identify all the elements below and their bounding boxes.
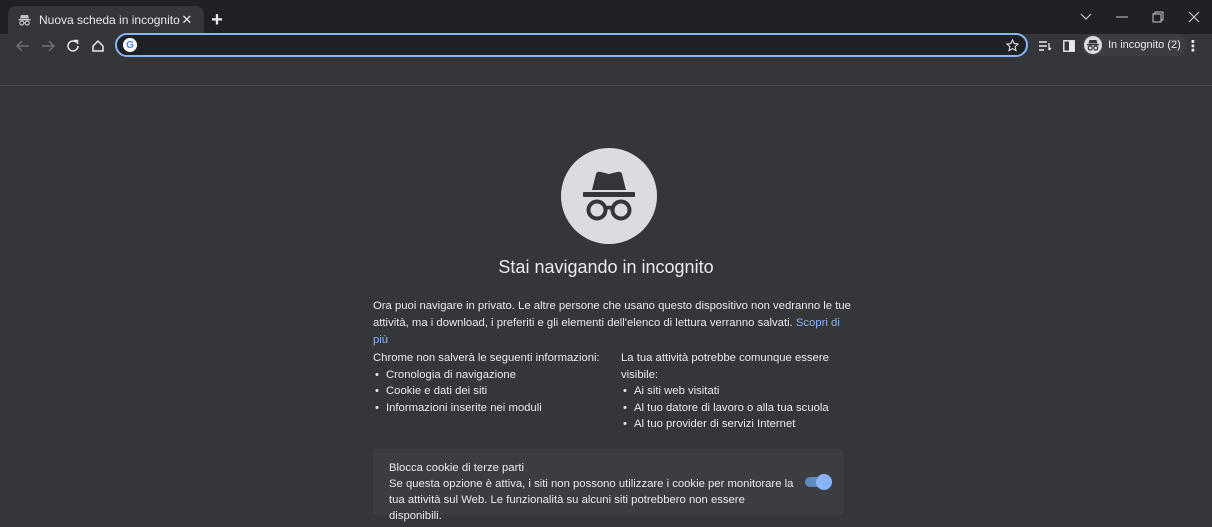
not-saved-list: Cronologia di navigazione Cookie e dati … <box>373 367 613 417</box>
incognito-avatar-icon <box>1084 36 1102 54</box>
side-panel-button[interactable] <box>1058 35 1080 57</box>
incognito-icon <box>18 13 31 27</box>
menu-button[interactable]: ⋮ <box>1182 35 1204 57</box>
forward-button[interactable] <box>37 35 59 57</box>
back-button[interactable] <box>12 35 34 57</box>
toolbar: G In incognito (2) ⋮ <box>0 33 1212 58</box>
intro-paragraph: Ora puoi navigare in privato. Le altre p… <box>373 298 853 349</box>
toggle-knob <box>816 474 832 490</box>
list-item: Al tuo provider di servizi Internet <box>621 416 861 433</box>
google-icon: G <box>123 38 137 52</box>
tab-search-button[interactable] <box>1068 0 1104 34</box>
list-item: Al tuo datore di lavoro o alla tua scuol… <box>621 400 861 417</box>
cookie-card-title: Blocca cookie di terze parti <box>389 462 525 474</box>
chevron-down-icon <box>1080 13 1092 20</box>
arrow-left-icon <box>16 40 29 52</box>
incognito-hero-icon <box>561 148 657 244</box>
list-item: Ai siti web visitati <box>621 383 861 400</box>
tab-close-icon[interactable]: ✕ <box>180 12 194 28</box>
list-item: Informazioni inserite nei moduli <box>373 400 613 417</box>
minimize-icon <box>1116 16 1128 18</box>
intro-text: Ora puoi navigare in privato. Le altre p… <box>373 300 851 329</box>
star-icon <box>1005 38 1019 52</box>
arrow-right-icon <box>42 40 55 52</box>
side-panel-icon <box>1063 40 1075 52</box>
cookie-card-description: Se questa opzione è attiva, i siti non p… <box>389 478 794 522</box>
omnibox[interactable]: G <box>115 33 1028 57</box>
reload-button[interactable] <box>62 35 84 57</box>
minimize-button[interactable] <box>1104 0 1140 34</box>
new-tab-button[interactable]: + <box>206 9 228 31</box>
page-title: Stai navigando in incognito <box>498 257 714 277</box>
restore-icon <box>1152 11 1164 23</box>
toolbar-divider <box>0 85 1212 86</box>
tab-incognito[interactable]: Nuova scheda in incognito ✕ <box>8 6 204 34</box>
visible-heading: La tua attività potrebbe comunque essere… <box>621 352 829 381</box>
not-saved-heading: Chrome non salverà le seguenti informazi… <box>373 352 600 364</box>
reading-list-icon <box>1039 41 1052 51</box>
not-saved-section: Chrome non salverà le seguenti informazi… <box>373 350 613 416</box>
profile-label: In incognito (2) <box>1108 39 1181 51</box>
reload-icon <box>67 39 79 52</box>
block-cookies-toggle[interactable] <box>805 474 832 490</box>
bookmark-star-button[interactable] <box>1002 35 1022 55</box>
visible-section: La tua attività potrebbe comunque essere… <box>621 350 861 433</box>
address-input[interactable] <box>143 36 1002 54</box>
close-window-button[interactable] <box>1176 0 1212 34</box>
window-controls <box>1068 0 1212 34</box>
home-button[interactable] <box>87 35 109 57</box>
reading-list-button[interactable] <box>1034 35 1056 57</box>
list-item: Cronologia di navigazione <box>373 367 613 384</box>
list-item: Cookie e dati dei siti <box>373 383 613 400</box>
close-icon <box>1188 11 1200 23</box>
tab-title: Nuova scheda in incognito <box>39 13 180 27</box>
tab-strip: Nuova scheda in incognito ✕ + <box>0 0 1212 34</box>
visible-list: Ai siti web visitati Al tuo datore di la… <box>621 383 861 433</box>
home-icon <box>92 39 104 52</box>
profile-button[interactable]: In incognito (2) <box>1082 34 1187 56</box>
restore-button[interactable] <box>1140 0 1176 34</box>
third-party-cookies-card: Blocca cookie di terze parti Se questa o… <box>373 449 844 522</box>
